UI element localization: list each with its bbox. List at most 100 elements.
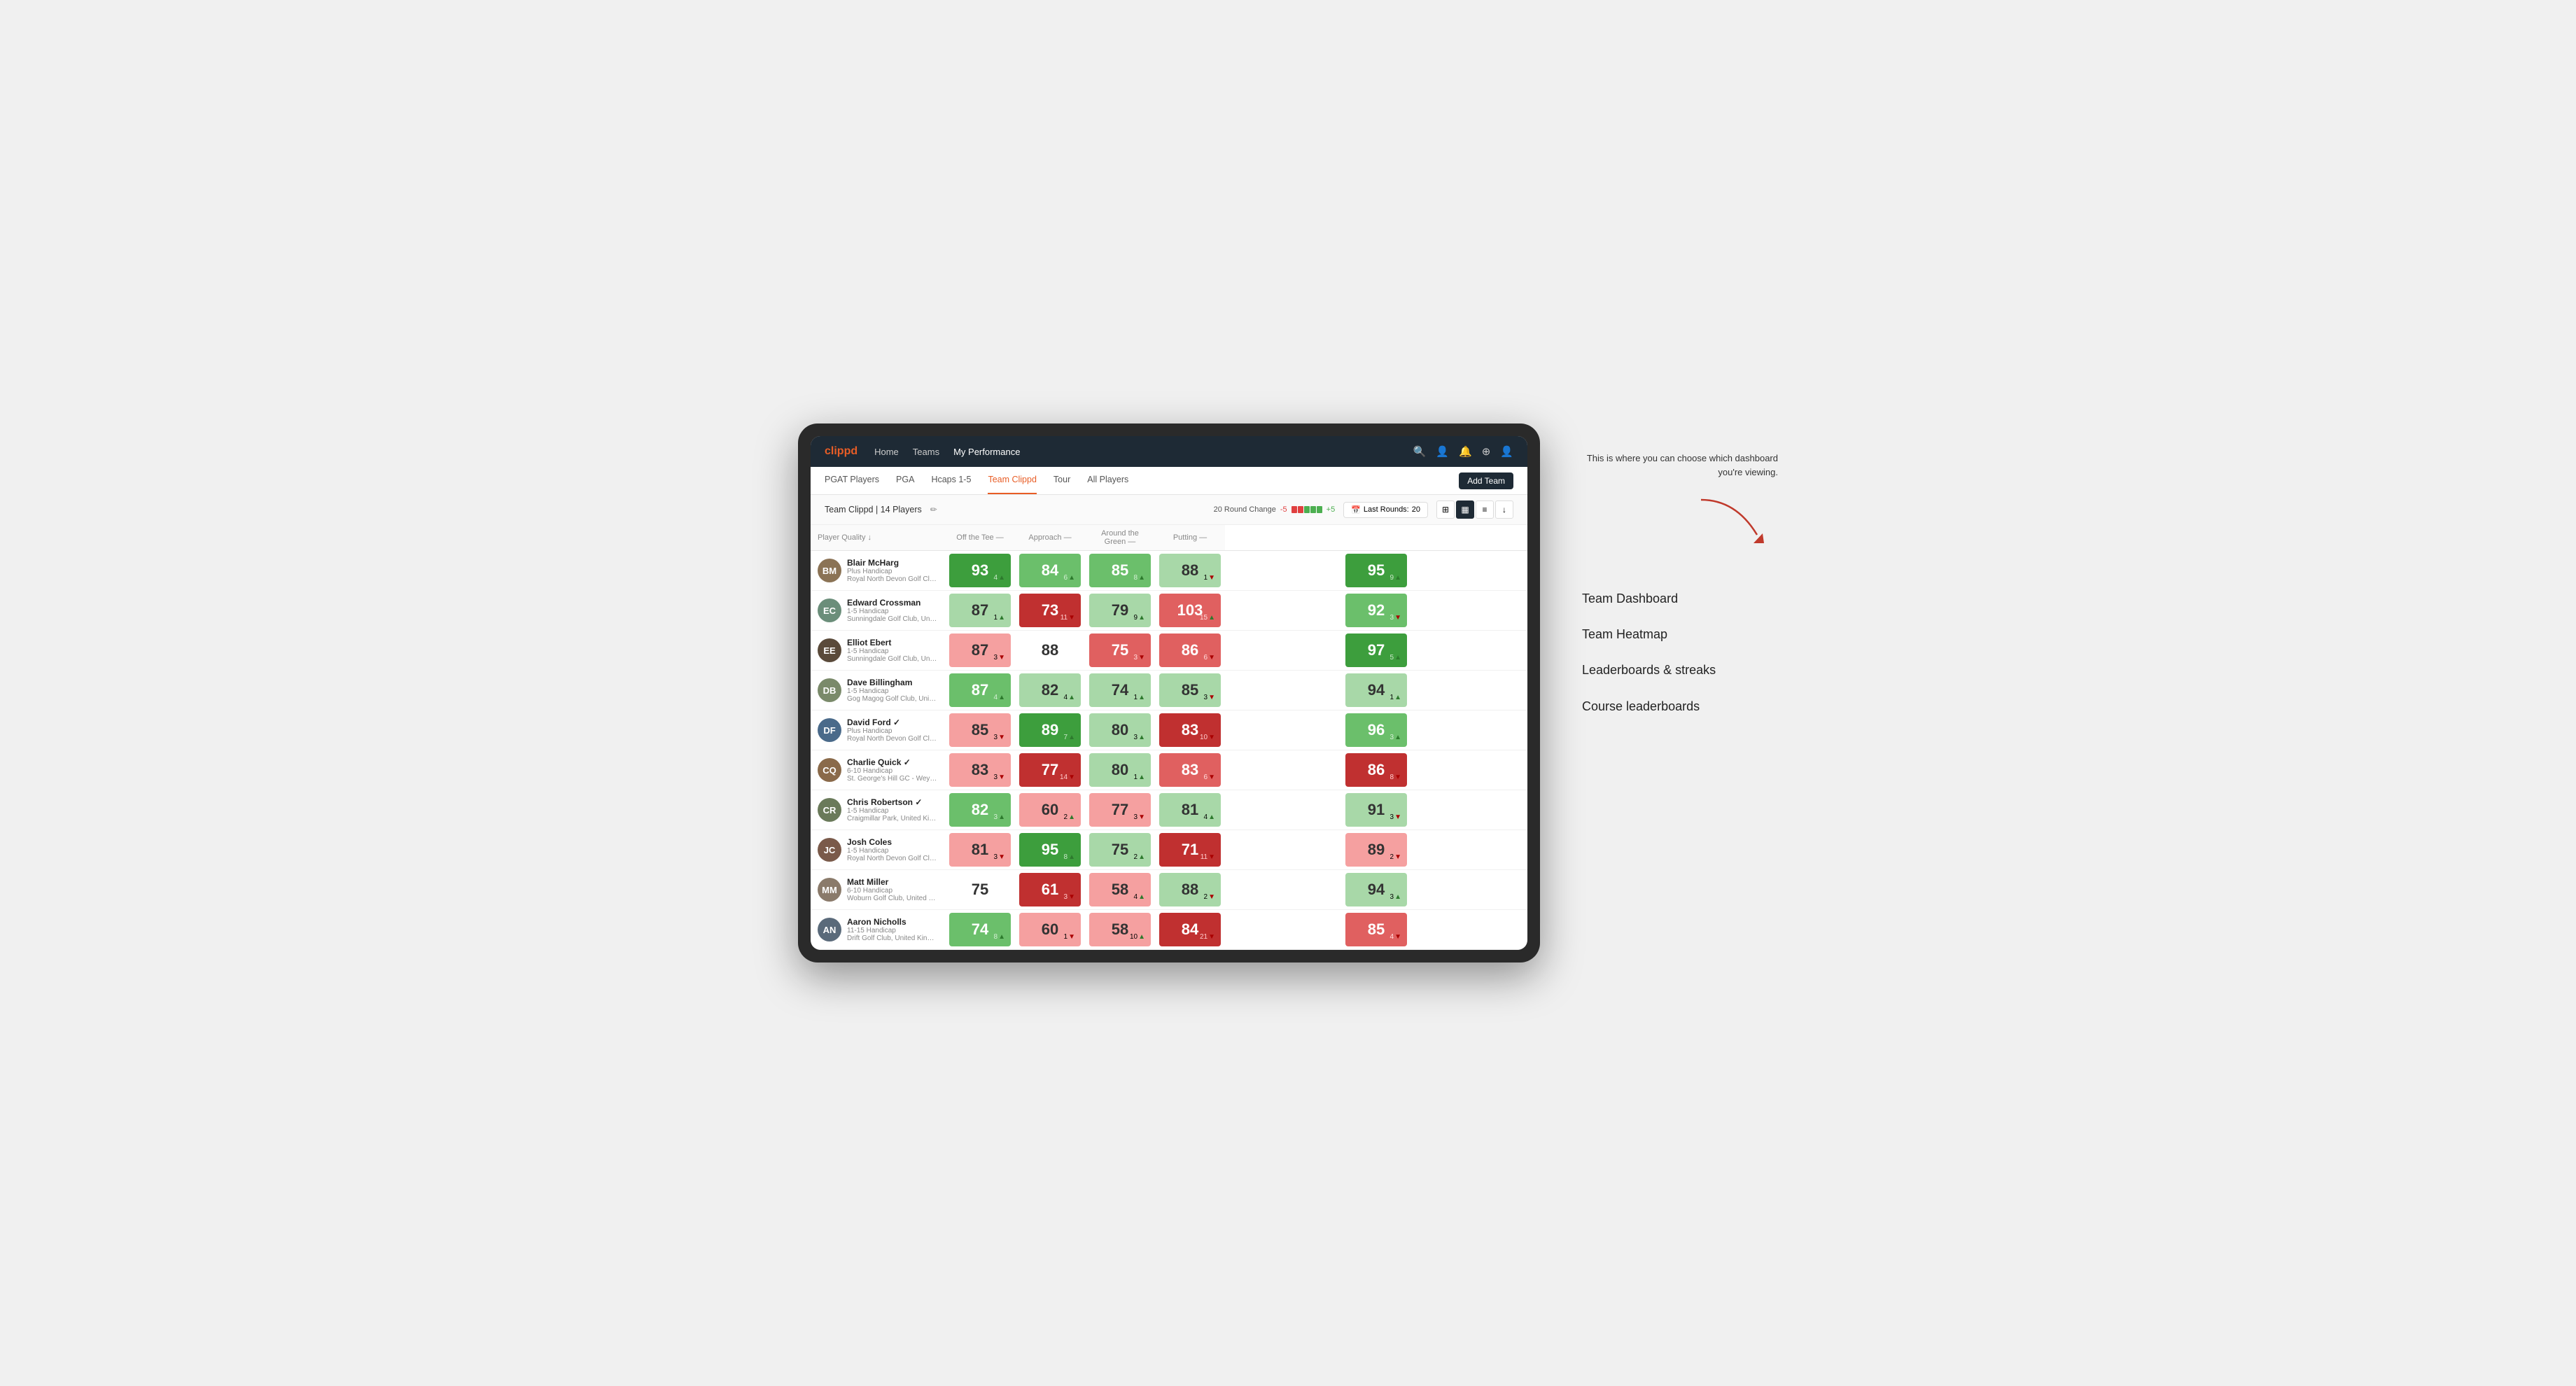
- player-info: Chris Robertson ✓ 1-5 Handicap Craigmill…: [847, 797, 938, 822]
- score-box: 81 3▼: [949, 833, 1011, 867]
- change-num: 6: [1204, 654, 1208, 662]
- avatar: JC: [818, 838, 841, 862]
- score-change: 6▲: [1064, 574, 1075, 582]
- nav-link-my-performance[interactable]: My Performance: [953, 447, 1020, 457]
- score-num: 74: [972, 920, 988, 939]
- score-box: 83 6▼: [1159, 753, 1221, 787]
- score-cell-approach: 77 3▼: [1085, 790, 1155, 830]
- change-num: 4: [1134, 893, 1138, 901]
- score-cell-approach: 85 8▲: [1085, 551, 1155, 591]
- subnav-pgat[interactable]: PGAT Players: [825, 467, 879, 494]
- subnav-tour[interactable]: Tour: [1054, 467, 1070, 494]
- score-box: 89 2▼: [1345, 833, 1407, 867]
- score-cell-off_tee: 89 7▲: [1015, 710, 1085, 750]
- last-rounds-button[interactable]: 📅 Last Rounds: 20: [1343, 502, 1428, 518]
- arrow-up: ▲: [1138, 694, 1145, 701]
- nav-link-home[interactable]: Home: [874, 447, 899, 457]
- score-change: 21▼: [1200, 933, 1215, 941]
- score-num: 92: [1368, 601, 1385, 620]
- table-row[interactable]: DF David Ford ✓ Plus Handicap Royal Nort…: [811, 710, 1527, 750]
- table-row[interactable]: JC Josh Coles 1-5 Handicap Royal North D…: [811, 830, 1527, 870]
- subnav-hcaps[interactable]: Hcaps 1-5: [931, 467, 971, 494]
- change-num: 6: [1204, 774, 1208, 781]
- score-num: 80: [1112, 761, 1128, 779]
- edit-icon[interactable]: ✏: [930, 505, 937, 514]
- table-row[interactable]: DB Dave Billingham 1-5 Handicap Gog Mago…: [811, 671, 1527, 710]
- score-change: 8▼: [1390, 774, 1401, 781]
- player-name: Chris Robertson ✓: [847, 797, 938, 807]
- player-club: Sunningdale Golf Club, United Kingdom: [847, 615, 938, 623]
- arrow-up: ▲: [998, 813, 1005, 821]
- change-num: 3: [1390, 813, 1394, 821]
- score-num: 79: [1112, 601, 1128, 620]
- change-bar-visual: [1292, 506, 1322, 513]
- avatar-icon[interactable]: 👤: [1500, 445, 1513, 458]
- player-cell: AN Aaron Nicholls 11-15 Handicap Drift G…: [811, 913, 945, 946]
- score-num: 82: [972, 801, 988, 819]
- arrow-down: ▼: [1208, 574, 1215, 582]
- score-num: 93: [972, 561, 988, 580]
- table-row[interactable]: EE Elliot Ebert 1-5 Handicap Sunningdale…: [811, 631, 1527, 671]
- table-row[interactable]: MM Matt Miller 6-10 Handicap Woburn Golf…: [811, 870, 1527, 910]
- change-num: 8: [994, 933, 998, 941]
- score-change: 15▲: [1200, 614, 1215, 622]
- subnav-all-players[interactable]: All Players: [1087, 467, 1128, 494]
- annotation-item-0: Team Dashboard: [1582, 591, 1778, 607]
- search-icon[interactable]: 🔍: [1413, 445, 1427, 458]
- nav-links: Home Teams My Performance: [874, 447, 1413, 457]
- arrow-up: ▲: [1138, 893, 1145, 901]
- score-change: 9▲: [1390, 574, 1401, 582]
- score-box: 92 3▼: [1345, 594, 1407, 627]
- score-num: 80: [1112, 721, 1128, 739]
- score-cell-player_quality: 87 1▲: [945, 591, 1015, 631]
- table-container: Player Quality ↓ Off the Tee — Approach …: [811, 525, 1527, 950]
- player-cell: CR Chris Robertson ✓ 1-5 Handicap Craigm…: [811, 793, 945, 827]
- change-num: 8: [1064, 853, 1068, 861]
- score-box: 88: [1019, 634, 1081, 667]
- avatar: DB: [818, 678, 841, 702]
- arrow-down: ▼: [1068, 614, 1075, 622]
- arrow-down: ▼: [1394, 813, 1401, 821]
- table-row[interactable]: AN Aaron Nicholls 11-15 Handicap Drift G…: [811, 910, 1527, 950]
- score-num: 91: [1368, 801, 1385, 819]
- table-row[interactable]: EC Edward Crossman 1-5 Handicap Sunningd…: [811, 591, 1527, 631]
- score-num: 87: [972, 681, 988, 699]
- player-handicap: 1-5 Handicap: [847, 807, 938, 815]
- score-num: 103: [1177, 601, 1203, 620]
- avatar: MM: [818, 878, 841, 902]
- view-export-button[interactable]: ↓: [1495, 500, 1513, 519]
- score-cell-around_green: 103 15▲: [1155, 591, 1225, 631]
- table-row[interactable]: CQ Charlie Quick ✓ 6-10 Handicap St. Geo…: [811, 750, 1527, 790]
- score-box: 88 2▼: [1159, 873, 1221, 906]
- table-row[interactable]: CR Chris Robertson ✓ 1-5 Handicap Craigm…: [811, 790, 1527, 830]
- change-num: 9: [1390, 574, 1394, 582]
- score-change: 2▲: [1134, 853, 1145, 861]
- score-num: 84: [1042, 561, 1058, 580]
- add-team-button[interactable]: Add Team: [1459, 472, 1513, 489]
- score-cell-around_green: 88 2▼: [1155, 870, 1225, 910]
- bell-icon[interactable]: 🔔: [1459, 445, 1472, 458]
- user-icon[interactable]: 👤: [1436, 445, 1449, 458]
- subnav-team-clippd[interactable]: Team Clippd: [988, 467, 1036, 494]
- arrow-up: ▲: [998, 574, 1005, 582]
- subnav-pga[interactable]: PGA: [896, 467, 914, 494]
- view-heatmap-button[interactable]: ▦: [1456, 500, 1474, 519]
- change-num: 1: [1390, 694, 1394, 701]
- score-box: 89 7▲: [1019, 713, 1081, 747]
- view-grid-button[interactable]: ⊞: [1436, 500, 1455, 519]
- arrow-down: ▼: [1394, 933, 1401, 941]
- score-change: 3▼: [994, 654, 1005, 662]
- view-list-button[interactable]: ≡: [1476, 500, 1494, 519]
- score-cell-off_tee: 60 1▼: [1015, 910, 1085, 950]
- view-icons: ⊞ ▦ ≡ ↓: [1436, 500, 1513, 519]
- settings-icon[interactable]: ⊕: [1482, 445, 1491, 458]
- player-handicap: Plus Handicap: [847, 568, 938, 575]
- score-cell-around_green: 84 21▼: [1155, 910, 1225, 950]
- tablet-device: clippd Home Teams My Performance 🔍 👤 🔔 ⊕…: [798, 424, 1540, 962]
- arrow-down: ▼: [1068, 893, 1075, 901]
- nav-link-teams[interactable]: Teams: [913, 447, 939, 457]
- table-row[interactable]: BM Blair McHarg Plus Handicap Royal Nort…: [811, 551, 1527, 591]
- change-num: 5: [1390, 654, 1394, 662]
- score-box: 77 3▼: [1089, 793, 1151, 827]
- score-cell-putting: 96 3▲: [1225, 710, 1527, 750]
